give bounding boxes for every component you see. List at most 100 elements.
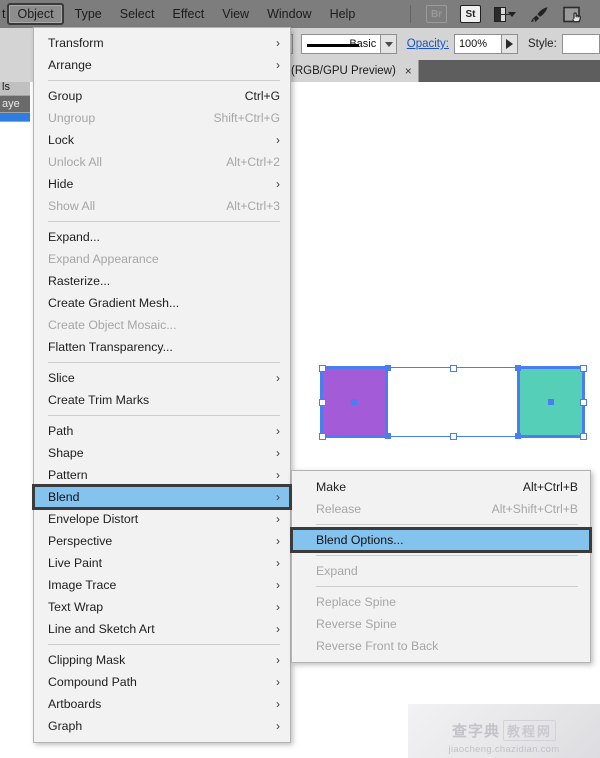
object-menu-item-artboards[interactable]: Artboards › — [34, 693, 290, 715]
stroke-profile-field[interactable]: Basic — [300, 34, 382, 54]
menubar-divider — [410, 5, 411, 23]
object-menu-item-rasterize[interactable]: Rasterize... — [34, 270, 290, 292]
menubar-item-type[interactable]: Type — [66, 0, 111, 28]
object-menu-dropdown[interactable]: Transform › Arrange › Group Ctrl+G Ungroup Shif… — [32, 27, 292, 743]
object-menu-item-create-gradient-mesh[interactable]: Create Gradient Mesh... — [34, 292, 290, 314]
menubar-item-view[interactable]: View — [213, 0, 258, 28]
blend-submenu-dropdown[interactable]: Make Alt+Ctrl+B Release Alt+Shift+Ctrl+B Ble… — [290, 470, 592, 663]
opacity-flyout-button[interactable] — [501, 34, 519, 54]
panel-strip-label-layers[interactable]: aye — [0, 96, 30, 113]
object-menu-item-lock[interactable]: Lock › — [34, 129, 290, 151]
document-tab[interactable]: (RGB/GPU Preview) × — [283, 60, 419, 82]
object-menu-item-label: Ungroup — [48, 111, 96, 125]
object-menu-item-label: Arrange — [48, 58, 92, 72]
object-menu-item-graph[interactable]: Graph › — [34, 715, 290, 737]
object-menu-item-shape[interactable]: Shape › — [34, 442, 290, 464]
object-menu-item-label: Perspective — [48, 534, 113, 548]
menubar-item-effect[interactable]: Effect — [163, 0, 213, 28]
watermark-brand-cn2: 教程网 — [503, 720, 557, 741]
blend-submenu-item-label: Reverse Spine — [316, 617, 397, 631]
object-menu-item-image-trace[interactable]: Image Trace › — [34, 574, 290, 596]
chevron-right-icon: › — [276, 371, 280, 385]
blend-object-group[interactable] — [318, 364, 587, 440]
style-label: Style: — [528, 38, 557, 50]
object-menu-item-clipping-mask[interactable]: Clipping Mask › — [34, 649, 290, 671]
anchor-point — [515, 365, 521, 371]
object-menu-item-expand[interactable]: Expand... — [34, 226, 290, 248]
arrange-documents-icon[interactable] — [494, 6, 516, 23]
object-menu-separator — [48, 362, 280, 363]
object-menu-item-label: Image Trace — [48, 578, 117, 592]
watermark-inner: 查字典 教程网 jiaocheng.chazidian.com — [408, 720, 600, 755]
chevron-right-icon: › — [276, 675, 280, 689]
menu-bar: t Object Type Select Effect View Window … — [0, 0, 600, 28]
object-menu-item-shortcut: Shift+Ctrl+G — [213, 111, 280, 125]
blend-submenu-item-shortcut: Alt+Ctrl+B — [522, 480, 578, 494]
blend-submenu-item-label: Replace Spine — [316, 595, 396, 609]
resize-handle-tl[interactable] — [318, 364, 326, 372]
object-menu-separator — [48, 221, 280, 222]
resize-handle-ml[interactable] — [318, 398, 326, 406]
object-menu-item-label: Rasterize... — [48, 274, 111, 288]
discover-rocket-icon[interactable] — [529, 6, 550, 23]
object-menu-item-group[interactable]: Group Ctrl+G — [34, 85, 290, 107]
resize-handle-tc[interactable] — [449, 364, 457, 372]
touch-workspace-icon[interactable] — [563, 6, 584, 23]
document-tab-title: (RGB/GPU Preview) — [291, 65, 396, 77]
object-menu-item-path[interactable]: Path › — [34, 420, 290, 442]
stroke-profile-dropdown-button[interactable] — [381, 34, 397, 54]
object-menu-item-envelope-distort[interactable]: Envelope Distort › — [34, 508, 290, 530]
blend-submenu-item-make[interactable]: Make Alt+Ctrl+B — [292, 476, 590, 498]
opacity-input[interactable]: 100% — [453, 34, 502, 54]
blend-submenu-item-expand: Expand — [292, 560, 590, 582]
menubar-item-select[interactable]: Select — [111, 0, 164, 28]
blend-submenu-item-blend-options[interactable]: Blend Options... — [290, 527, 592, 553]
blend-submenu-item-release: Release Alt+Shift+Ctrl+B — [292, 498, 590, 520]
object-menu-item-hide[interactable]: Hide › — [34, 173, 290, 195]
menubar-item-object[interactable]: Object — [7, 3, 64, 25]
blend-submenu-item-replace-spine: Replace Spine — [292, 591, 590, 613]
resize-handle-mr[interactable] — [579, 398, 587, 406]
style-swatch-field[interactable] — [561, 34, 600, 54]
object-menu-item-label: Blend — [48, 490, 80, 504]
triangle-right-icon — [505, 39, 513, 49]
object-menu-item-slice[interactable]: Slice › — [34, 367, 290, 389]
chevron-right-icon: › — [276, 468, 280, 482]
object-menu-item-pattern[interactable]: Pattern › — [34, 464, 290, 486]
menubar-item-edit-partial[interactable]: t — [0, 0, 5, 28]
opacity-label[interactable]: Opacity: — [407, 38, 449, 50]
object-menu-item-label: Group — [48, 89, 83, 103]
object-menu-item-create-trim-marks[interactable]: Create Trim Marks — [34, 389, 290, 411]
object-menu-item-transform[interactable]: Transform › — [34, 32, 290, 54]
resize-handle-br[interactable] — [579, 432, 587, 440]
object-menu-item-label: Create Gradient Mesh... — [48, 296, 180, 310]
chevron-right-icon: › — [276, 177, 280, 191]
menubar-item-help[interactable]: Help — [321, 0, 365, 28]
object-menu-item-perspective[interactable]: Perspective › — [34, 530, 290, 552]
object-menu-item-text-wrap[interactable]: Text Wrap › — [34, 596, 290, 618]
resize-handle-bc[interactable] — [449, 432, 457, 440]
object-menu-item-live-paint[interactable]: Live Paint › — [34, 552, 290, 574]
adobe-stock-icon[interactable]: St — [460, 5, 481, 23]
object-menu-item-blend[interactable]: Blend › — [32, 484, 292, 510]
anchor-point — [515, 433, 521, 439]
blend-submenu-item-label: Expand — [316, 564, 358, 578]
object-menu-item-label: Transform — [48, 36, 104, 50]
resize-handle-tr[interactable] — [579, 364, 587, 372]
bridge-icon[interactable]: Br — [426, 5, 447, 23]
object-menu-separator — [48, 415, 280, 416]
object-menu-item-line-and-sketch-art[interactable]: Line and Sketch Art › — [34, 618, 290, 640]
menubar-item-window[interactable]: Window — [258, 0, 320, 28]
object-menu-item-flatten-transparency[interactable]: Flatten Transparency... — [34, 336, 290, 358]
blend-submenu-item-label: Reverse Front to Back — [316, 639, 439, 653]
blend-submenu-item-reverse-spine: Reverse Spine — [292, 613, 590, 635]
object-menu-item-compound-path[interactable]: Compound Path › — [34, 671, 290, 693]
resize-handle-bl[interactable] — [318, 432, 326, 440]
close-icon[interactable]: × — [405, 65, 412, 77]
object-menu-item-show-all: Show All Alt+Ctrl+3 — [34, 195, 290, 217]
object-menu-item-label: Expand... — [48, 230, 100, 244]
object-menu-item-create-object-mosaic: Create Object Mosaic... — [34, 314, 290, 336]
center-point — [548, 399, 554, 405]
object-menu-item-label: Line and Sketch Art — [48, 622, 155, 636]
object-menu-item-arrange[interactable]: Arrange › — [34, 54, 290, 76]
